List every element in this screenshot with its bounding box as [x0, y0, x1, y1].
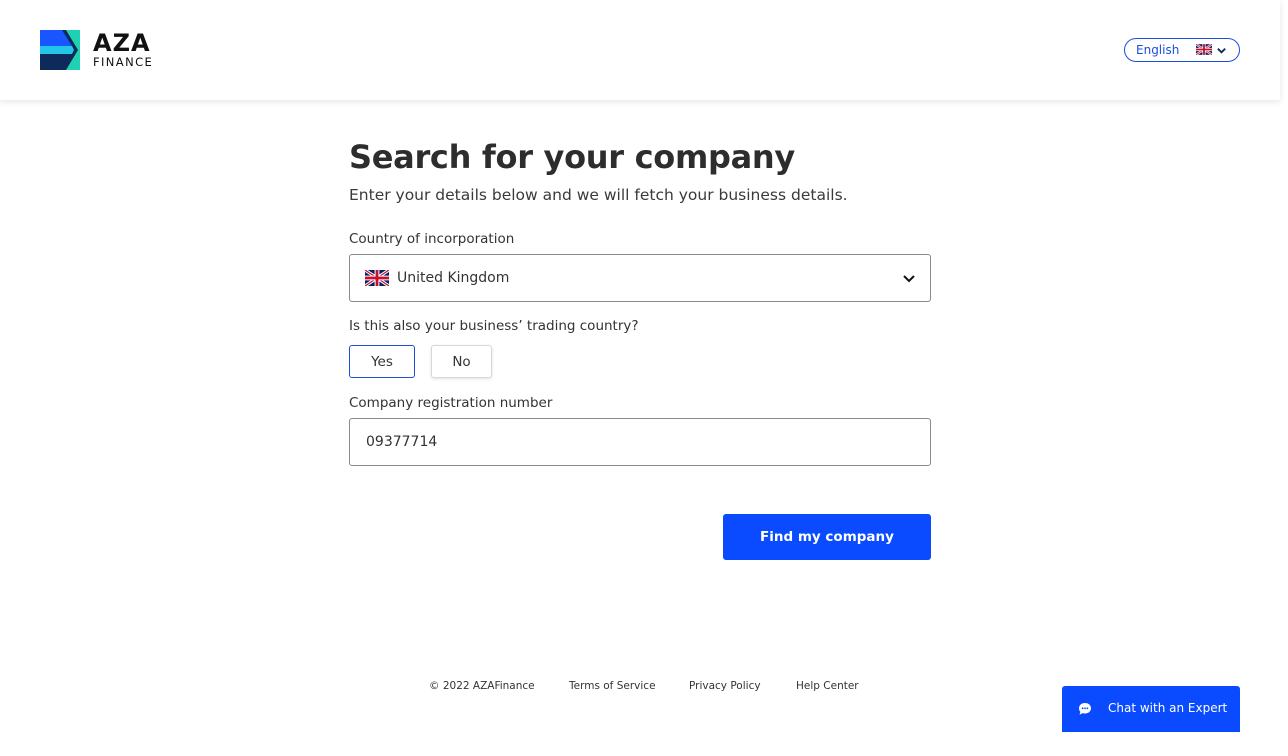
aza-logo-mark-icon	[40, 30, 80, 70]
footer-help-link[interactable]: Help Center	[796, 680, 859, 692]
find-my-company-button[interactable]: Find my company	[723, 514, 931, 560]
footer-privacy-link[interactable]: Privacy Policy	[689, 680, 761, 692]
language-selector[interactable]: English	[1124, 38, 1240, 62]
logo-subwordmark: FINANCE	[93, 55, 154, 70]
yes-button[interactable]: Yes	[349, 345, 415, 378]
chevron-down-icon	[903, 275, 915, 283]
no-button[interactable]: No	[431, 345, 492, 378]
trading-country-question: Is this also your business’ trading coun…	[349, 318, 639, 334]
country-selected-value: United Kingdom	[397, 270, 510, 286]
uk-flag-icon	[1196, 44, 1212, 55]
registration-number-input[interactable]	[349, 418, 931, 466]
language-label: English	[1136, 43, 1180, 57]
uk-flag-icon	[365, 270, 389, 286]
top-header: AZA FINANCE English	[0, 0, 1280, 100]
footer-terms-link[interactable]: Terms of Service	[569, 680, 656, 692]
chat-label: Chat with an Expert	[1108, 701, 1228, 715]
country-select[interactable]: United Kingdom	[349, 254, 931, 302]
chevron-down-icon	[1217, 48, 1226, 54]
aza-finance-logo[interactable]: AZA FINANCE	[40, 30, 153, 70]
footer-copyright: © 2022 AZAFinance	[429, 680, 535, 692]
country-label: Country of incorporation	[349, 231, 515, 247]
logo-wordmark: AZA	[93, 29, 151, 58]
page-subtitle: Enter your details below and we will fet…	[349, 186, 848, 204]
chat-with-expert-button[interactable]: Chat with an Expert	[1062, 686, 1240, 732]
page-title: Search for your company	[349, 138, 795, 176]
chat-bubble-icon	[1079, 703, 1091, 715]
registration-number-label: Company registration number	[349, 395, 553, 411]
